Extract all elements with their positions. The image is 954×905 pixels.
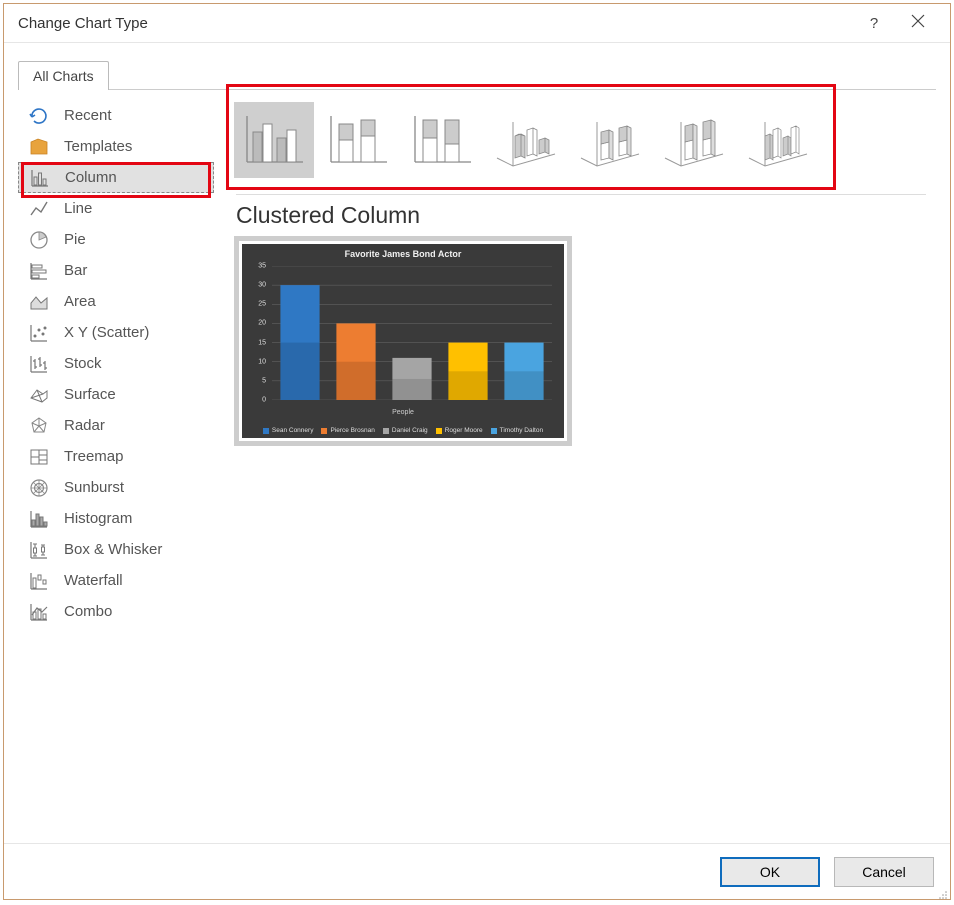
- line-icon: [28, 198, 50, 220]
- sidebar-item-label: Waterfall: [64, 572, 123, 589]
- sidebar-item-label: Line: [64, 200, 92, 217]
- dialog-title: Change Chart Type: [18, 15, 852, 32]
- subtype-title: Clustered Column: [236, 202, 420, 229]
- sidebar-item-label: Combo: [64, 603, 112, 620]
- waterfall-icon: [28, 570, 50, 592]
- sidebar-item-sunburst[interactable]: Sunburst: [18, 472, 214, 503]
- scatter-icon: [28, 322, 50, 344]
- preview-chart-title: Favorite James Bond Actor: [242, 244, 564, 259]
- sidebar-item-label: Recent: [64, 107, 112, 124]
- subtype-3d-clustered-column[interactable]: [486, 102, 566, 178]
- sidebar-item-label: X Y (Scatter): [64, 324, 149, 341]
- sidebar-item-area[interactable]: Area: [18, 286, 214, 317]
- subtype-clustered-column[interactable]: [234, 102, 314, 178]
- sidebar-item-label: Templates: [64, 138, 132, 155]
- cancel-button[interactable]: Cancel: [834, 857, 934, 887]
- sidebar-item-label: Surface: [64, 386, 116, 403]
- subtype-3d-column[interactable]: [738, 102, 818, 178]
- sidebar-item-label: Area: [64, 293, 96, 310]
- sidebar-item-templates[interactable]: Templates: [18, 131, 214, 162]
- clustered-column-3d-icon: [491, 110, 561, 170]
- preview-legend: Sean ConneryPierce BrosnanDaniel CraigRo…: [242, 427, 564, 434]
- column-3d-icon: [743, 110, 813, 170]
- sidebar-item-histogram[interactable]: Histogram: [18, 503, 214, 534]
- help-button[interactable]: ?: [852, 5, 896, 41]
- sidebar-item-radar[interactable]: Radar: [18, 410, 214, 441]
- sidebar-item-label: Treemap: [64, 448, 123, 465]
- recent-icon: [28, 105, 50, 127]
- tab-all-charts[interactable]: All Charts: [18, 61, 109, 90]
- resize-grip[interactable]: [938, 887, 948, 897]
- sidebar-item-treemap[interactable]: Treemap: [18, 441, 214, 472]
- sidebar-item-combo[interactable]: Combo: [18, 596, 214, 627]
- chart-preview[interactable]: Favorite James Bond Actor 05101520253035…: [234, 236, 572, 446]
- tab-label: All Charts: [33, 68, 94, 84]
- stacked100-column-3d-icon: [659, 110, 729, 170]
- ok-button[interactable]: OK: [720, 857, 820, 887]
- stacked-column-3d-icon: [575, 110, 645, 170]
- radar-icon: [28, 415, 50, 437]
- sidebar-item-box-whisker[interactable]: Box & Whisker: [18, 534, 214, 565]
- column-subtype-row: [222, 90, 936, 188]
- preview-xlabel: People: [242, 409, 564, 416]
- sidebar-item-label: Bar: [64, 262, 87, 279]
- stock-icon: [28, 353, 50, 375]
- sidebar-item-label: Stock: [64, 355, 102, 372]
- close-button[interactable]: [896, 5, 940, 41]
- sidebar-item-recent[interactable]: Recent: [18, 100, 214, 131]
- stacked100-column-icon: [407, 110, 477, 170]
- histogram-icon: [28, 508, 50, 530]
- sidebar-item-label: Column: [65, 169, 117, 186]
- sidebar-item-label: Radar: [64, 417, 105, 434]
- sidebar-item-scatter[interactable]: X Y (Scatter): [18, 317, 214, 348]
- subtype-3d-stacked-column[interactable]: [570, 102, 650, 178]
- sidebar-item-waterfall[interactable]: Waterfall: [18, 565, 214, 596]
- help-icon: ?: [870, 15, 878, 32]
- sidebar-item-label: Pie: [64, 231, 86, 248]
- sidebar-item-label: Box & Whisker: [64, 541, 162, 558]
- stacked-column-icon: [323, 110, 393, 170]
- combo-icon: [28, 601, 50, 623]
- column-icon: [29, 167, 51, 189]
- subtype-stacked-column[interactable]: [318, 102, 398, 178]
- subtype-100-stacked-column[interactable]: [402, 102, 482, 178]
- titlebar: Change Chart Type ?: [4, 4, 950, 43]
- clustered-column-icon: [239, 110, 309, 170]
- sidebar-item-label: Histogram: [64, 510, 132, 527]
- surface-icon: [28, 384, 50, 406]
- sunburst-icon: [28, 477, 50, 499]
- sidebar-item-line[interactable]: Line: [18, 193, 214, 224]
- pie-icon: [28, 229, 50, 251]
- subtype-3d-100-stacked-column[interactable]: [654, 102, 734, 178]
- treemap-icon: [28, 446, 50, 468]
- sidebar-item-bar[interactable]: Bar: [18, 255, 214, 286]
- bar-icon: [28, 260, 50, 282]
- sidebar-item-pie[interactable]: Pie: [18, 224, 214, 255]
- close-icon: [911, 14, 925, 32]
- sidebar-item-column[interactable]: Column: [18, 162, 214, 193]
- sidebar-item-surface[interactable]: Surface: [18, 379, 214, 410]
- area-icon: [28, 291, 50, 313]
- sidebar-item-stock[interactable]: Stock: [18, 348, 214, 379]
- dialog-button-bar: OK Cancel: [4, 843, 950, 899]
- templates-icon: [28, 136, 50, 158]
- sidebar-item-label: Sunburst: [64, 479, 124, 496]
- box-whisker-icon: [28, 539, 50, 561]
- chart-category-list: Recent Templates Column Line Pie: [18, 90, 214, 627]
